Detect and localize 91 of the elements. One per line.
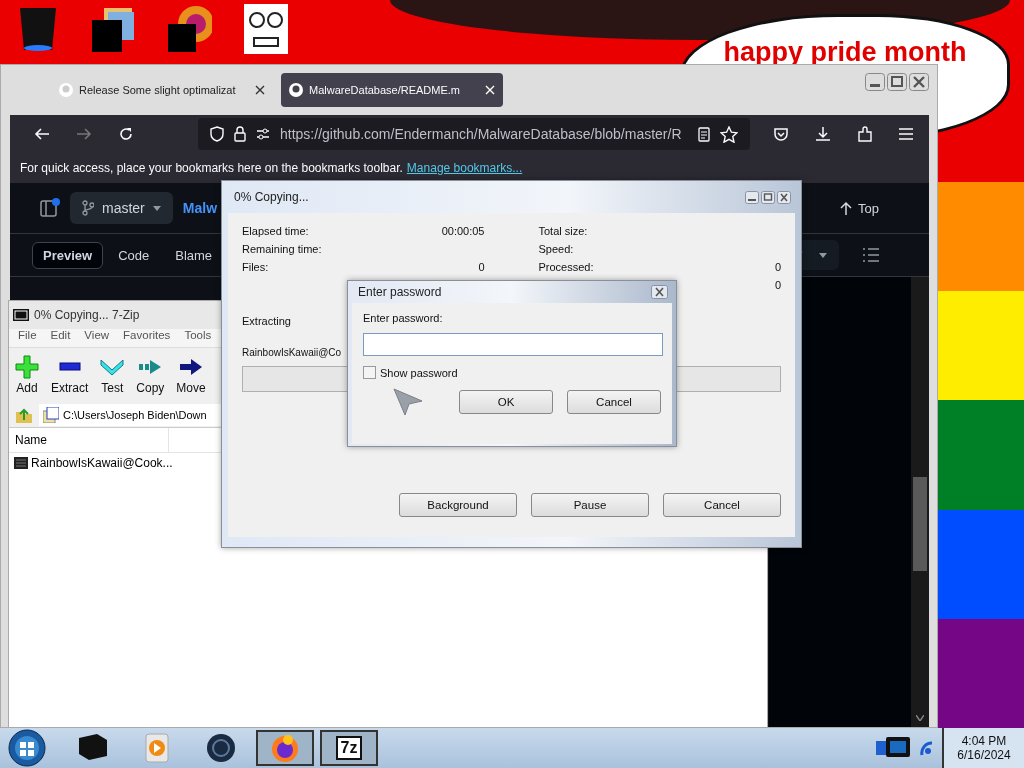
operation-label: Extracting <box>242 315 291 327</box>
sidebar-toggle-icon[interactable] <box>40 198 60 218</box>
stat-value: 00:00:05 <box>441 225 485 237</box>
close-icon[interactable] <box>909 73 929 91</box>
reader-icon[interactable] <box>698 126 710 142</box>
menu-icon[interactable] <box>899 128 913 140</box>
stat-label: Files: <box>242 261 269 273</box>
close-icon[interactable] <box>255 85 265 95</box>
minimize-icon[interactable] <box>745 190 759 204</box>
stat-value: 0 <box>774 261 781 273</box>
caret-icon <box>152 205 161 211</box>
menu-item[interactable]: Edit <box>50 329 71 347</box>
back-arrow-icon[interactable] <box>34 127 50 141</box>
branch-button[interactable]: master <box>70 192 173 224</box>
stat-value: 0 <box>774 279 781 291</box>
toolbar-button[interactable]: Move <box>174 355 208 395</box>
view-tab[interactable]: Blame <box>164 241 224 269</box>
menu-item[interactable]: View <box>84 329 110 347</box>
archive-app-icon <box>13 309 29 321</box>
network-icon[interactable] <box>920 739 934 757</box>
branch-icon <box>82 200 94 216</box>
dialog-title: Enter password <box>358 285 442 299</box>
stat-label: Remaining time: <box>242 243 322 255</box>
stat-label: Total size: <box>538 225 588 237</box>
app-logo: 7z <box>335 736 363 760</box>
taskbar-button[interactable]: 7z <box>320 730 378 766</box>
clock-time: 4:04 PM <box>961 734 1007 748</box>
password-field[interactable] <box>363 333 663 356</box>
column-header[interactable]: Name <box>9 428 169 452</box>
list-icon[interactable] <box>863 248 879 262</box>
forward-arrow-icon[interactable] <box>76 127 92 141</box>
shield-icon <box>210 126 224 142</box>
cartoon-icon <box>244 4 288 54</box>
checkbox-label: Show password <box>380 366 458 379</box>
menu-item[interactable]: File <box>18 329 37 347</box>
dialog-title: 0% Copying... <box>234 190 309 204</box>
stat-label: Elapsed time: <box>242 225 309 237</box>
pocket-icon[interactable] <box>773 126 789 142</box>
browser-tab[interactable]: Release Some slight optimalizat <box>51 73 273 107</box>
clock-date: 6/16/2024 <box>957 748 1011 762</box>
repo-title[interactable]: Malw <box>182 200 218 216</box>
start-button-icon[interactable] <box>8 729 46 767</box>
up-arrow-icon <box>840 201 853 215</box>
dialog-button[interactable]: OK <box>459 390 553 414</box>
minimize-icon[interactable] <box>865 73 885 91</box>
stat-label: Speed: <box>538 243 574 255</box>
dialog-button[interactable]: Cancel <box>567 390 661 414</box>
plus-icon <box>15 355 39 379</box>
address-bar[interactable]: https://github.com/Endermanch/MalwareDatabase/blob/master/R <box>198 118 750 150</box>
close-icon[interactable] <box>777 190 791 204</box>
toolbar-button[interactable]: Test <box>98 355 127 395</box>
sliders-icon <box>256 128 270 140</box>
clock[interactable]: 4:04 PM 6/16/2024 <box>942 728 1024 768</box>
lock-icon <box>234 126 246 142</box>
globe-icon <box>168 4 212 54</box>
archive-icon <box>43 406 59 423</box>
reload-icon[interactable] <box>118 126 134 142</box>
scroll-thumb[interactable] <box>913 477 927 571</box>
dialog-button[interactable]: Background <box>399 493 517 517</box>
caret-icon <box>819 252 827 258</box>
checkbox[interactable] <box>363 366 376 379</box>
toolbar-button[interactable]: Extract <box>49 355 91 395</box>
bookmarks-hint: For quick access, place your bookmarks here on the bookmarks toolbar. <box>20 161 403 175</box>
file-icon <box>14 457 28 469</box>
menu-item[interactable]: Favorites <box>123 329 171 347</box>
puzzle-icon[interactable] <box>857 126 873 142</box>
window-title: 0% Copying... 7-Zip <box>34 308 140 322</box>
toolbar-button[interactable]: Copy <box>134 355 167 395</box>
star-icon[interactable] <box>720 125 738 143</box>
maximize-icon[interactable] <box>887 73 907 91</box>
browser-tab[interactable]: MalwareDatabase/README.m <box>281 73 503 107</box>
scrollbar[interactable] <box>911 277 929 727</box>
view-tab[interactable]: Preview <box>32 241 104 269</box>
close-icon[interactable] <box>651 285 668 299</box>
taskbar-button[interactable] <box>256 730 314 766</box>
dialog-button[interactable]: Cancel <box>663 493 781 517</box>
manage-bookmarks-link[interactable]: Manage bookmarks... <box>406 161 523 175</box>
maximize-icon[interactable] <box>761 190 775 204</box>
view-tab[interactable]: Code <box>107 241 161 269</box>
stat-label: Processed: <box>538 261 594 273</box>
mouse-pointer-icon <box>393 388 423 416</box>
scroll-down-icon[interactable] <box>916 715 924 721</box>
stat-value: 0 <box>478 261 485 273</box>
top-link[interactable]: Top <box>840 200 879 216</box>
file-name: RainbowIsKawaii@Co <box>242 347 342 358</box>
menu-item[interactable]: Tools <box>184 329 212 347</box>
field-label: Enter password: <box>363 312 444 326</box>
dialog-button[interactable]: Pause <box>531 493 649 517</box>
toolbar-button[interactable]: Add <box>13 355 41 395</box>
download-icon[interactable] <box>815 126 831 142</box>
file-row[interactable]: RainbowIsKawaii@Cook... <box>9 453 199 473</box>
